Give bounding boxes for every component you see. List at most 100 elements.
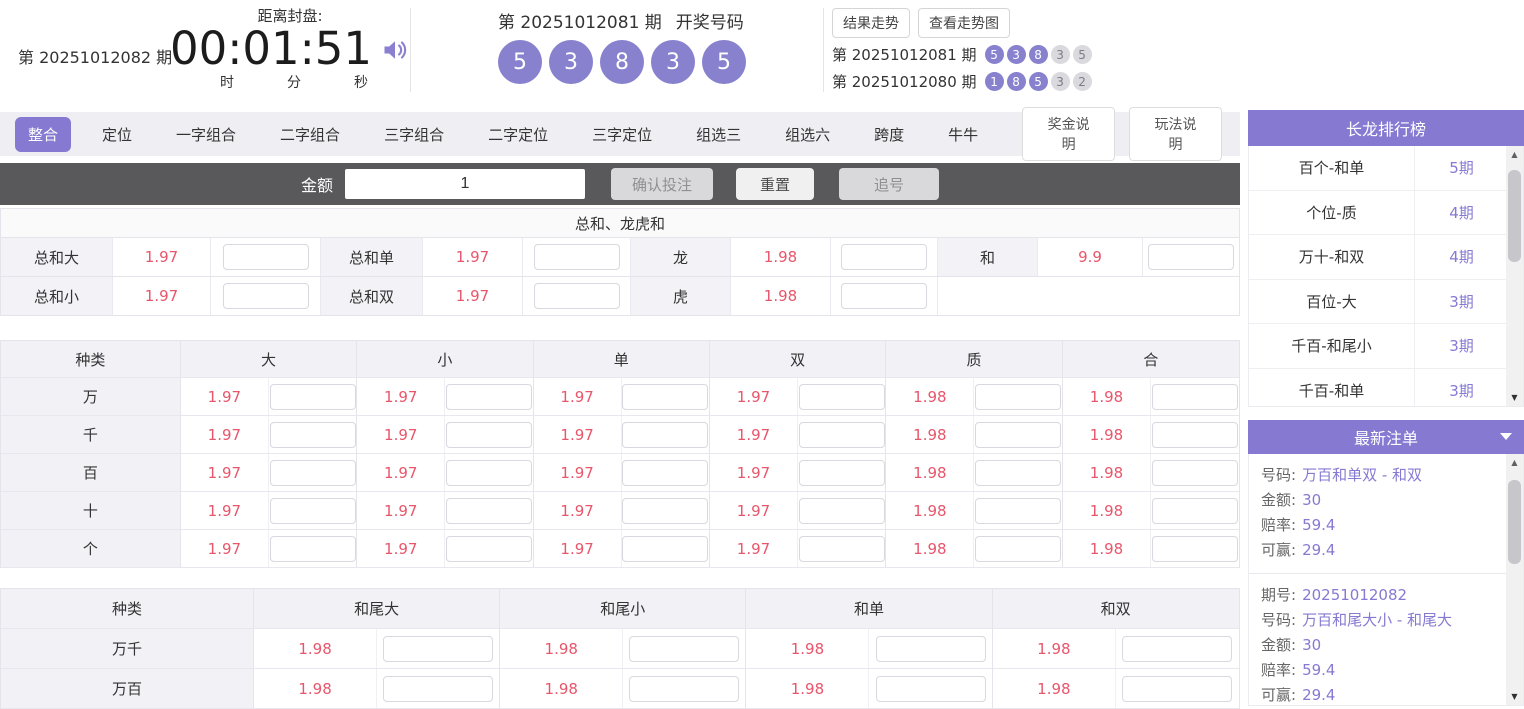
table-row: 个 1.97 1.97 1.97 1.97 1.98 1.98 xyxy=(1,530,1240,568)
ranking-item[interactable]: 百个-和单 5期 xyxy=(1249,146,1523,191)
bet-input[interactable] xyxy=(622,383,709,410)
bet-input[interactable] xyxy=(533,244,620,270)
countdown-block: 距离封盘: 00:01:51 时 分 秒 xyxy=(168,5,412,92)
scroll-up-icon[interactable]: ▲ xyxy=(1506,146,1523,163)
bet-input[interactable] xyxy=(622,421,709,448)
amount-label: 金额 xyxy=(300,176,333,195)
bet-input[interactable] xyxy=(269,497,356,524)
tab-yizi-zuhe[interactable]: 一字组合 xyxy=(176,124,236,145)
latest-bets-list: 号码: 万百和单双 - 和双 金额: 30 赔率: 59.4 可赢: 29.4 期号: 2… xyxy=(1248,454,1524,706)
bet-input[interactable] xyxy=(1122,675,1233,702)
scrollbar-thumb[interactable] xyxy=(1508,480,1521,564)
bet-input[interactable] xyxy=(269,459,356,486)
bet-input[interactable] xyxy=(1148,244,1234,270)
bet-input[interactable] xyxy=(841,283,927,309)
tab-zhenghe[interactable]: 整合 xyxy=(15,116,72,152)
tab-sanzi-dingwei[interactable]: 三字定位 xyxy=(592,124,652,145)
tab-zuxuan-san[interactable]: 组选三 xyxy=(696,124,741,145)
bet-input[interactable] xyxy=(383,675,494,702)
bets-scrollbar[interactable]: ▲ ▼ xyxy=(1506,454,1523,705)
ranking-item-count: 3期 xyxy=(1449,337,1474,356)
history-issue-label: 第 20251012081 期 xyxy=(832,46,977,64)
odds-value: 1.98 xyxy=(746,629,869,668)
combo-odds-table: 种类 和尾大 和尾小 和单 和双 万千 1.98 1.98 1.98 1.98 … xyxy=(0,588,1240,709)
bet-input[interactable] xyxy=(445,535,532,562)
row-label: 万千 xyxy=(1,629,254,668)
scroll-up-icon[interactable]: ▲ xyxy=(1506,454,1523,471)
bet-input[interactable] xyxy=(798,459,885,486)
bet-input[interactable] xyxy=(875,675,986,702)
bet-input[interactable] xyxy=(622,459,709,486)
view-chart-button[interactable]: 查看走势图 xyxy=(918,8,1010,38)
chase-number-button[interactable]: 追号 xyxy=(839,168,939,200)
scroll-down-icon[interactable]: ▼ xyxy=(1506,389,1523,406)
confirm-bet-button[interactable]: 确认投注 xyxy=(611,168,713,200)
bet-input[interactable] xyxy=(975,421,1062,448)
ranking-scrollbar[interactable]: ▲ ▼ xyxy=(1506,146,1523,406)
column-header: 和双 xyxy=(1100,600,1131,618)
bet-input[interactable] xyxy=(798,383,885,410)
bet-input[interactable] xyxy=(875,635,986,662)
tab-niuniu[interactable]: 牛牛 xyxy=(948,124,978,145)
bet-input[interactable] xyxy=(622,497,709,524)
bet-input[interactable] xyxy=(222,244,309,270)
ranking-item[interactable]: 千百-和单 3期 xyxy=(1249,368,1523,406)
odds-value: 1.98 xyxy=(886,378,974,415)
scrollbar-thumb[interactable] xyxy=(1508,170,1521,262)
bet-input[interactable] xyxy=(975,459,1062,486)
bet-input[interactable] xyxy=(1152,535,1239,562)
bet-input[interactable] xyxy=(269,535,356,562)
amount-input[interactable] xyxy=(345,169,585,199)
odds-value: 1.97 xyxy=(533,492,621,529)
bet-input[interactable] xyxy=(1152,383,1239,410)
bet-input[interactable] xyxy=(975,383,1062,410)
bet-input[interactable] xyxy=(1152,497,1239,524)
ranking-item[interactable]: 千百-和尾小 3期 xyxy=(1249,324,1523,369)
ranking-item[interactable]: 个位-质 4期 xyxy=(1249,190,1523,235)
bet-input[interactable] xyxy=(629,675,740,702)
speaker-icon[interactable] xyxy=(380,36,410,68)
bet-input[interactable] xyxy=(445,497,532,524)
collapse-caret-icon[interactable] xyxy=(1500,433,1512,440)
ranking-item[interactable]: 万十-和双 4期 xyxy=(1249,235,1523,280)
bet-input[interactable] xyxy=(798,535,885,562)
row-label: 十 xyxy=(1,492,181,529)
tab-zuxuan-liu[interactable]: 组选六 xyxy=(785,124,830,145)
bet-input[interactable] xyxy=(445,459,532,486)
bet-input[interactable] xyxy=(383,635,494,662)
bet-field-value: 59.4 xyxy=(1302,516,1336,534)
bet-input[interactable] xyxy=(1152,421,1239,448)
bet-input[interactable] xyxy=(445,421,532,448)
ranking-item[interactable]: 百位-大 3期 xyxy=(1249,279,1523,324)
bet-input[interactable] xyxy=(841,244,927,270)
tab-dingwei[interactable]: 定位 xyxy=(102,124,132,145)
bet-field-value: 30 xyxy=(1302,491,1322,509)
odds-value: 1.97 xyxy=(709,530,798,567)
bet-input[interactable] xyxy=(629,635,740,662)
tab-erzi-dingwei[interactable]: 二字定位 xyxy=(488,124,548,145)
bet-input[interactable] xyxy=(798,497,885,524)
bet-input[interactable] xyxy=(975,535,1062,562)
bet-input[interactable] xyxy=(222,283,309,309)
bet-option-label: 总和单 xyxy=(321,238,423,276)
history-ball: 2 xyxy=(1072,72,1092,91)
scroll-down-icon[interactable]: ▼ xyxy=(1506,688,1523,705)
bet-input[interactable] xyxy=(1152,459,1239,486)
tab-erzi-zuhe[interactable]: 二字组合 xyxy=(280,124,340,145)
bet-input[interactable] xyxy=(975,497,1062,524)
bet-input[interactable] xyxy=(798,421,885,448)
bet-input[interactable] xyxy=(533,283,620,309)
rules-info-button[interactable]: 玩法说明 xyxy=(1129,107,1222,161)
bet-input[interactable] xyxy=(1122,635,1233,662)
odds-value: 1.97 xyxy=(357,416,445,453)
bet-input[interactable] xyxy=(269,383,356,410)
result-trend-button[interactable]: 结果走势 xyxy=(832,8,910,38)
prize-info-button[interactable]: 奖金说明 xyxy=(1022,107,1116,161)
tab-kuadu[interactable]: 跨度 xyxy=(874,124,904,145)
tab-sanzi-zuhe[interactable]: 三字组合 xyxy=(384,124,444,145)
bet-input[interactable] xyxy=(622,535,709,562)
bet-input[interactable] xyxy=(445,383,532,410)
reset-button[interactable]: 重置 xyxy=(736,168,814,200)
table-row: 万千 1.98 1.98 1.98 1.98 xyxy=(1,629,1239,669)
bet-input[interactable] xyxy=(269,421,356,448)
